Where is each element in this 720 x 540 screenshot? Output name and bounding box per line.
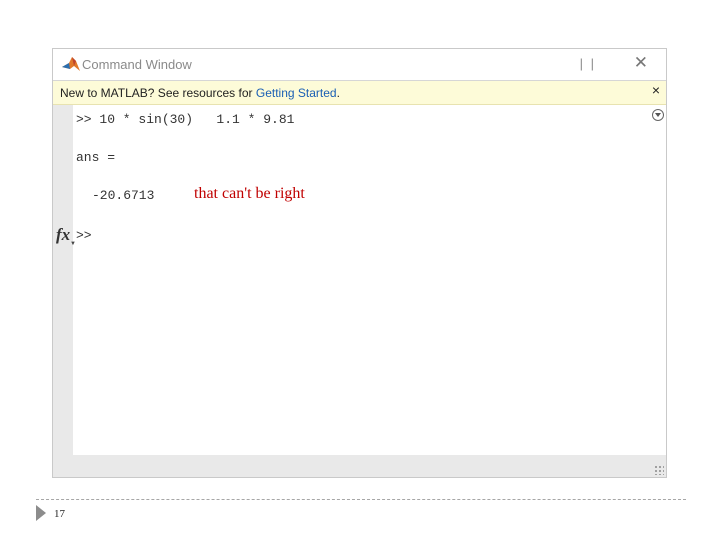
command-window: Command Window | | ✕ New to MATLAB? See … bbox=[52, 48, 667, 478]
notice-suffix: . bbox=[336, 86, 340, 100]
window-controls[interactable]: | | bbox=[580, 56, 596, 71]
notice-prefix: New to MATLAB? See resources for bbox=[60, 86, 256, 100]
notice-bar: New to MATLAB? See resources for Getting… bbox=[53, 81, 666, 105]
console-area[interactable]: >> 10 * sin(30) 1.1 * 9.81 ans = -20.671… bbox=[73, 105, 666, 455]
fx-icon[interactable]: fx bbox=[56, 225, 70, 245]
notice-close-icon[interactable]: × bbox=[652, 82, 660, 98]
output-value: -20.6713 bbox=[92, 188, 155, 203]
slide-divider bbox=[36, 499, 686, 500]
output-label: ans = bbox=[76, 150, 116, 165]
getting-started-link[interactable]: Getting Started bbox=[256, 86, 337, 100]
panel-menu-icon[interactable] bbox=[652, 109, 664, 121]
window-title: Command Window bbox=[82, 57, 192, 72]
chevron-down-icon[interactable]: ▼ bbox=[70, 241, 76, 247]
close-icon[interactable]: ✕ bbox=[634, 53, 648, 73]
command-prompt[interactable]: >> bbox=[76, 228, 92, 243]
matlab-logo-icon bbox=[62, 57, 80, 71]
page-number: 17 bbox=[54, 508, 65, 520]
command-line: >> 10 * sin(30) 1.1 * 9.81 bbox=[76, 112, 295, 127]
slide-bullet-icon bbox=[36, 505, 46, 521]
notice-text: New to MATLAB? See resources for Getting… bbox=[60, 86, 340, 100]
resize-grip-icon[interactable] bbox=[654, 465, 664, 475]
annotation-text: that can't be right bbox=[194, 185, 305, 202]
window-titlebar: Command Window | | ✕ bbox=[53, 49, 666, 81]
